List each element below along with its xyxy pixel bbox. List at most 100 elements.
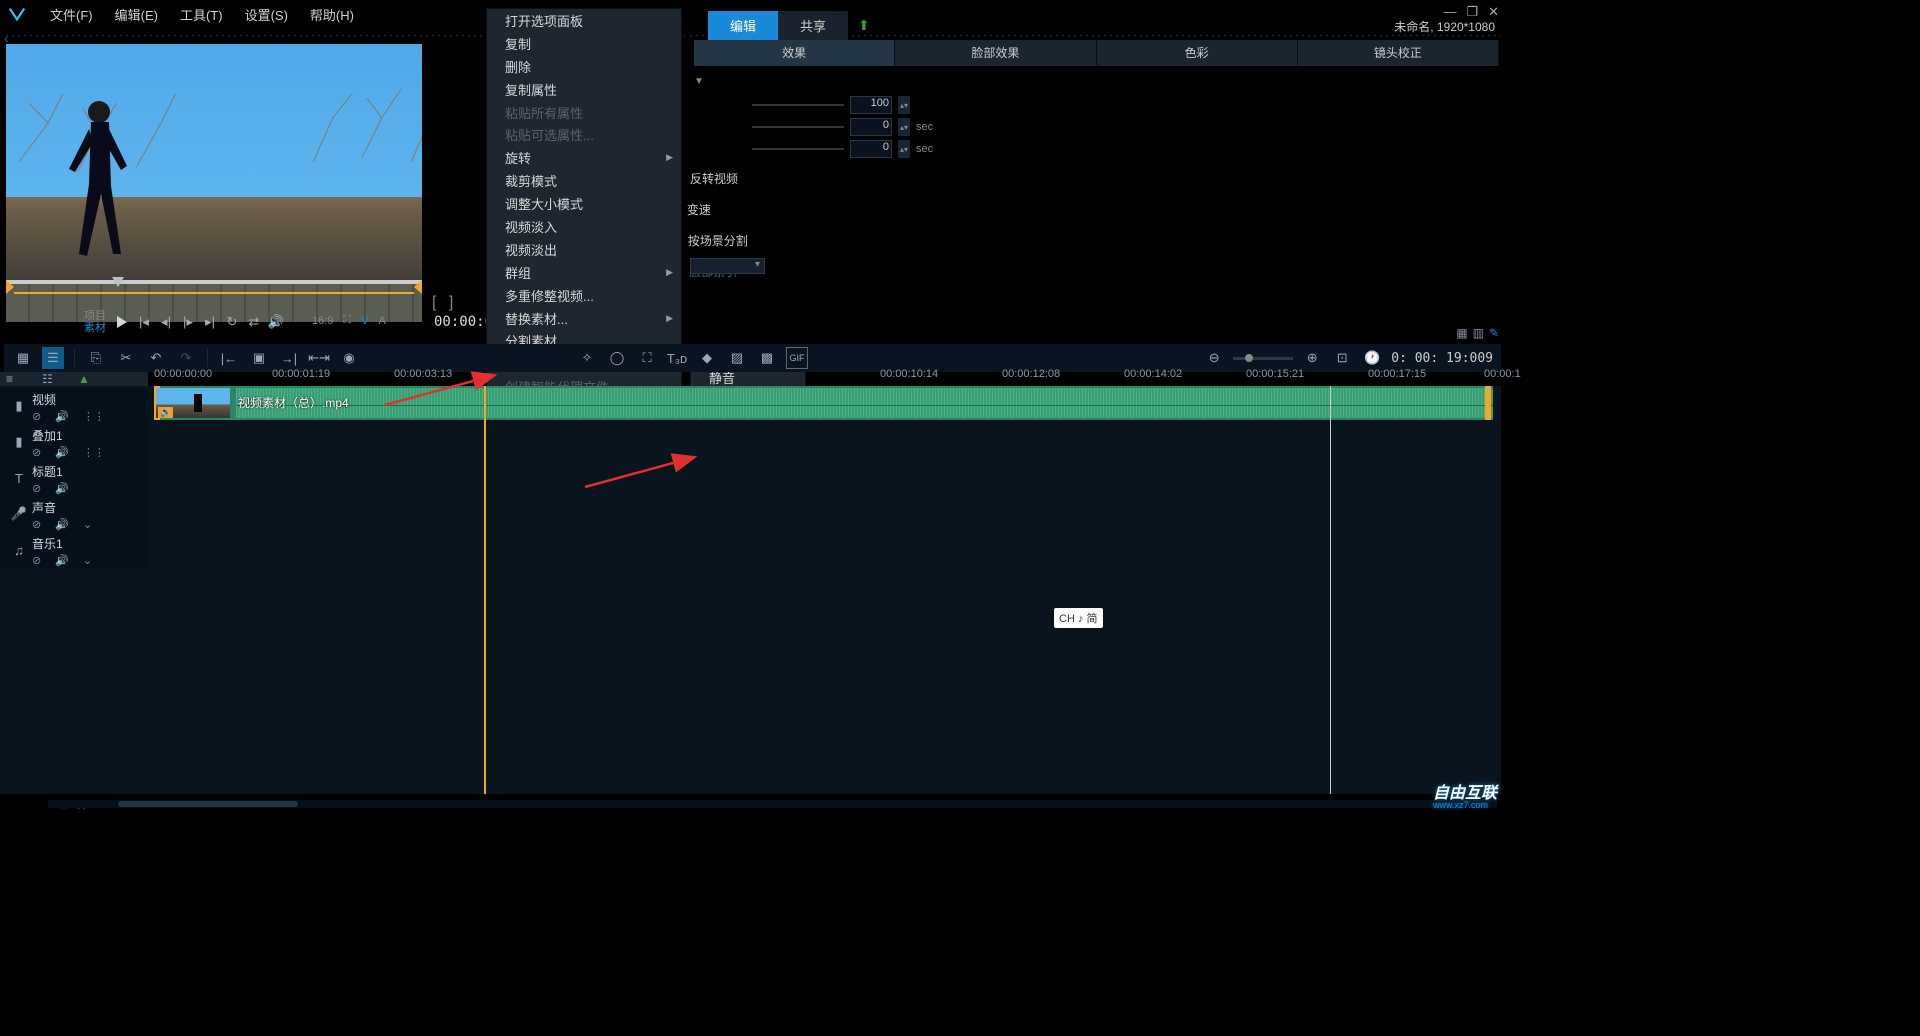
track-title[interactable]: T 标题1⊘🔊: [0, 460, 148, 496]
opacity-field[interactable]: 100: [850, 96, 892, 114]
zoom-in-icon[interactable]: ⊕: [1301, 347, 1323, 369]
music-track-icon: ♫: [6, 535, 32, 565]
track-video[interactable]: ▮ 视频⊘🔊⋮⋮: [0, 388, 148, 424]
storyboard-view-icon[interactable]: ▦: [12, 347, 34, 369]
playhead-line[interactable]: [1330, 386, 1331, 794]
tab-edit[interactable]: 编辑: [708, 11, 778, 40]
ptab-face[interactable]: 脸部效果: [895, 40, 1096, 66]
record-icon[interactable]: ◉: [338, 347, 360, 369]
shuffle-button[interactable]: ⇄: [244, 312, 264, 332]
menu-settings[interactable]: 设置(S): [235, 1, 298, 28]
lock-icon[interactable]: ⋮⋮: [83, 410, 105, 423]
trim-in-handle[interactable]: [6, 280, 14, 294]
ctx-open-panel[interactable]: 打开选项面板: [487, 11, 681, 34]
zoom-out-icon[interactable]: ⊖: [1203, 347, 1225, 369]
zoom-slider[interactable]: [1233, 357, 1293, 360]
track-music[interactable]: ♫ 音乐1⊘🔊⌄: [0, 532, 148, 568]
timeline-ruler[interactable]: 00:00:00:00 00:00:01:19 00:00:03:13 00:0…: [154, 368, 1495, 382]
fadeout-spinner[interactable]: ▴▾: [898, 140, 910, 158]
expand-icon[interactable]: ⛶: [636, 347, 658, 369]
varispeed-label[interactable]: 变速: [687, 201, 711, 218]
go-end-button[interactable]: ▸|: [200, 312, 220, 332]
clip-right-handle[interactable]: [1485, 386, 1491, 420]
ctx-group[interactable]: 群组▶: [487, 263, 681, 286]
timeline-body[interactable]: 🔊 视频素材（总）.mp4: [148, 386, 1501, 794]
ctx-copy-attrs[interactable]: 复制属性: [487, 80, 681, 103]
fadein-spinner[interactable]: ▴▾: [898, 118, 910, 136]
ctx-fadein-v[interactable]: 视频淡入: [487, 217, 681, 240]
timeline-cursor[interactable]: [484, 386, 486, 794]
undo-icon[interactable]: ↶: [145, 347, 167, 369]
panel-view-toggles: ▦ ▥ ✎: [1456, 326, 1499, 340]
ctx-fadeout-v[interactable]: 视频淡出: [487, 240, 681, 263]
crop-tool-icon[interactable]: ▣: [248, 347, 270, 369]
volume-button[interactable]: 🔊: [266, 312, 286, 332]
menu-edit[interactable]: 编辑(E): [105, 1, 168, 28]
clock-icon[interactable]: 🕐: [1361, 347, 1383, 369]
trim-out-handle[interactable]: [414, 280, 422, 294]
link-icon[interactable]: ◯: [606, 347, 628, 369]
ctx-crop[interactable]: 裁剪模式: [487, 171, 681, 194]
ctx-resize[interactable]: 调整大小模式: [487, 194, 681, 217]
ctx-rotate[interactable]: 旋转▶: [487, 148, 681, 171]
track-overlay[interactable]: ▮ 叠加1⊘🔊⋮⋮: [0, 424, 148, 460]
loop-button[interactable]: ↻: [222, 312, 242, 332]
add-clip-icon[interactable]: ⎘: [85, 347, 107, 369]
track-opts-icon[interactable]: ☷: [42, 372, 60, 386]
ctx-delete[interactable]: 删除: [487, 57, 681, 80]
view-c-icon[interactable]: ✎: [1489, 326, 1499, 340]
scene-split-label[interactable]: 按场景分割: [688, 232, 748, 249]
ptab-lens[interactable]: 镜头校正: [1298, 40, 1499, 66]
mute-icon[interactable]: 🔊: [55, 410, 69, 423]
menu-help[interactable]: 帮助(H): [300, 1, 364, 28]
tab-share[interactable]: 共享: [778, 11, 848, 40]
mark-out-icon[interactable]: →|: [278, 347, 300, 369]
transport-mode-label[interactable]: 项目素材: [84, 310, 106, 334]
opacity-spinner[interactable]: ▴▾: [898, 96, 910, 114]
timeline-scrollbar[interactable]: [48, 800, 1497, 808]
ctx-multitrim[interactable]: 多重修整视频...: [487, 286, 681, 309]
view-a-icon[interactable]: ▦: [1456, 326, 1467, 340]
preview-scrubber[interactable]: [6, 280, 422, 294]
timeline-view-icon[interactable]: ☰: [42, 347, 64, 369]
fit-icon[interactable]: ⇤⇥: [308, 347, 330, 369]
upload-icon[interactable]: ⬆: [858, 17, 870, 34]
ptab-color[interactable]: 色彩: [1097, 40, 1298, 66]
list-mode-icon[interactable]: ≡: [6, 372, 24, 386]
scrollbar-thumb[interactable]: [118, 801, 298, 807]
track-voice[interactable]: 🎤 声音⊘🔊⌄: [0, 496, 148, 532]
go-start-button[interactable]: |◂: [134, 312, 154, 332]
v-icon[interactable]: V: [361, 315, 368, 327]
mask-icon[interactable]: ◆: [696, 347, 718, 369]
view-b-icon[interactable]: ▥: [1473, 326, 1484, 340]
gif-icon[interactable]: GIF: [786, 347, 808, 369]
play-button[interactable]: [112, 312, 132, 332]
aspect-label[interactable]: 16:9: [312, 315, 333, 327]
video-clip[interactable]: 🔊 视频素材（总）.mp4: [154, 386, 1493, 420]
link-icon[interactable]: ⊘: [32, 410, 41, 423]
ptab-effect[interactable]: 效果: [694, 40, 895, 66]
color-icon[interactable]: ▩: [756, 347, 778, 369]
next-frame-button[interactable]: |▸: [178, 312, 198, 332]
add-track-icon[interactable]: ▲: [78, 372, 96, 386]
menu-file[interactable]: 文件(F): [40, 1, 103, 28]
ctx-replace[interactable]: 替换素材...▶: [487, 309, 681, 332]
collapse-icon[interactable]: ▼: [694, 76, 704, 87]
cut-icon[interactable]: ✂: [115, 347, 137, 369]
overlay-icon[interactable]: ▨: [726, 347, 748, 369]
text3d-icon[interactable]: T₃ᴅ: [666, 347, 688, 369]
prev-frame-button[interactable]: ◂|: [156, 312, 176, 332]
fit-timeline-icon[interactable]: ⊡: [1331, 347, 1353, 369]
fadeout-field[interactable]: 0: [850, 140, 892, 158]
a-icon[interactable]: A: [378, 315, 385, 327]
playhead-marker[interactable]: [112, 277, 124, 287]
fadein-field[interactable]: 0: [850, 118, 892, 136]
ctx-copy[interactable]: 复制: [487, 34, 681, 57]
bracket-icons[interactable]: [ ]: [432, 294, 457, 312]
menu-tools[interactable]: 工具(T): [170, 1, 233, 28]
effect-icon[interactable]: ✧: [576, 347, 598, 369]
fullscreen-icon[interactable]: ⛶: [343, 314, 351, 327]
mark-in-icon[interactable]: |←: [218, 347, 240, 369]
redo-icon[interactable]: ↷: [175, 347, 197, 369]
prop-dropdown[interactable]: [690, 258, 765, 274]
